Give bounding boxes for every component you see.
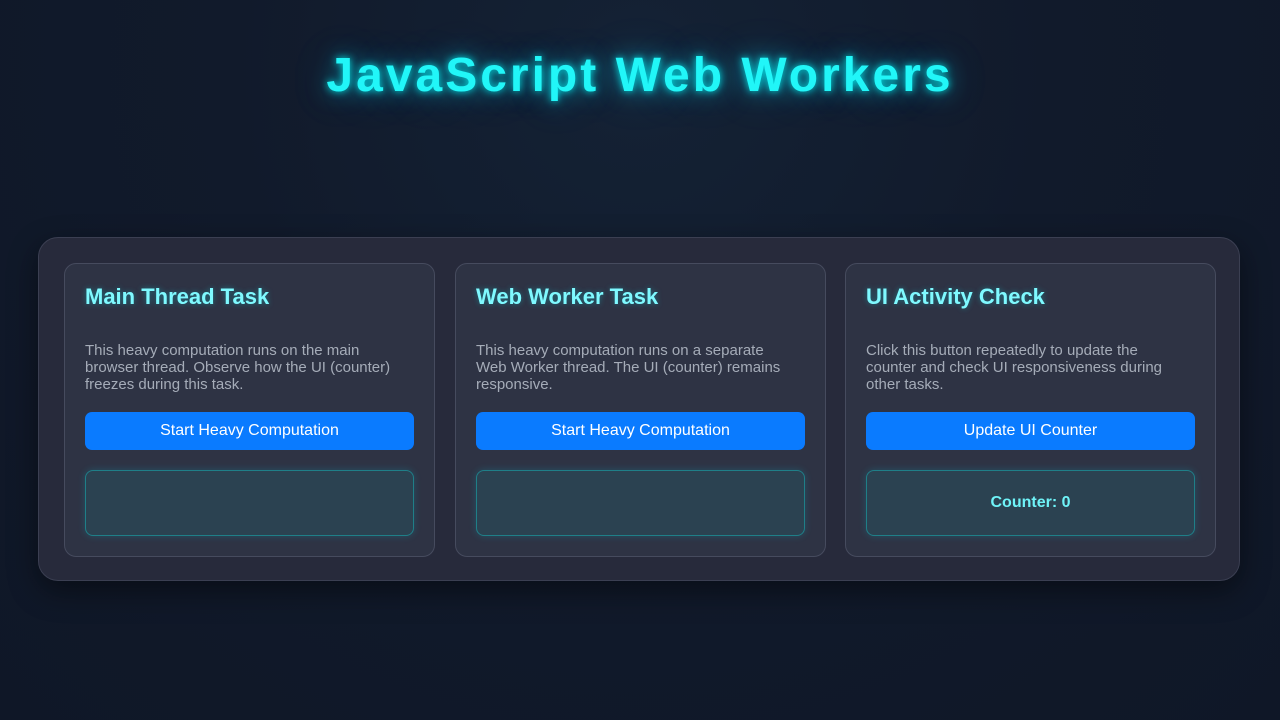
web-worker-card: Web Worker Task This heavy computation r… [455, 263, 826, 557]
main-thread-card-description: This heavy computation runs on the main … [85, 342, 391, 393]
web-worker-card-title: Web Worker Task [476, 284, 659, 309]
main-thread-output [85, 470, 414, 536]
web-worker-output [476, 470, 805, 536]
ui-activity-card-title: UI Activity Check [866, 284, 1045, 309]
main-thread-card: Main Thread Task This heavy computation … [64, 263, 435, 557]
ui-activity-card-description: Click this button repeatedly to update t… [866, 342, 1163, 393]
web-worker-card-description: This heavy computation runs on a separat… [476, 342, 781, 393]
ui-activity-card: UI Activity Check Click this button repe… [845, 263, 1216, 557]
update-counter-button[interactable]: Update UI Counter [866, 412, 1195, 450]
page-title: JavaScript Web Workers [326, 49, 954, 102]
counter-display: Counter: 0 [866, 470, 1195, 536]
main-thread-card-title: Main Thread Task [85, 284, 270, 309]
web-worker-start-button[interactable]: Start Heavy Computation [476, 412, 805, 450]
demo-panel: Main Thread Task This heavy computation … [38, 237, 1240, 581]
main-thread-start-button[interactable]: Start Heavy Computation [85, 412, 414, 450]
